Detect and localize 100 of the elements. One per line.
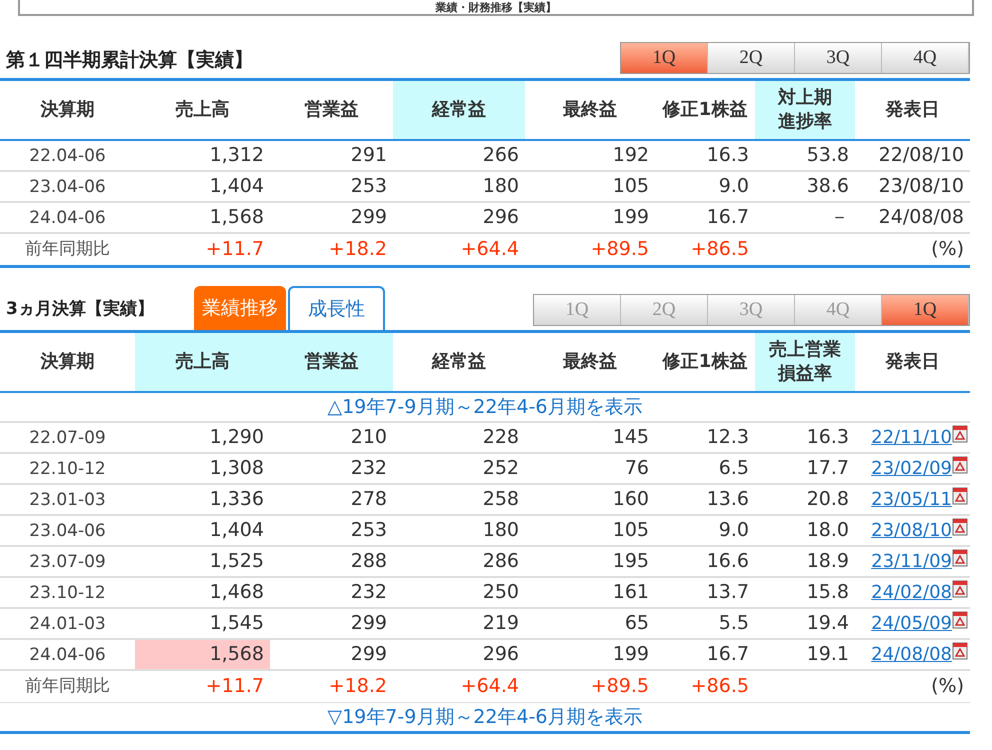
- table-cell: 1,568: [135, 640, 270, 669]
- period-cell-text: 23.04-06: [29, 520, 106, 543]
- table-cell-text: 1,336: [208, 487, 265, 512]
- change-cell-text: +86.5: [690, 237, 749, 262]
- table-cell-text: 1,545: [208, 611, 265, 636]
- table-cell-text: 291: [350, 143, 388, 168]
- table-cell-text: 13.6: [706, 487, 750, 512]
- change-cell-text: +89.5: [590, 237, 649, 262]
- table-cell-text: 9.0: [718, 518, 750, 544]
- column-header: 対上期進捗率: [755, 81, 855, 139]
- table-cell-text: 253: [350, 518, 388, 544]
- table-cell-text: 180: [482, 518, 520, 544]
- table-cell-text: 299: [350, 642, 388, 668]
- view-tab[interactable]: 成長性: [288, 286, 385, 330]
- change-cell-text: +86.5: [690, 674, 749, 699]
- report-date-link[interactable]: 23/02/09: [871, 453, 952, 484]
- table-cell-text: 1,468: [208, 580, 265, 606]
- table-cell-text: 195: [612, 549, 650, 574]
- unit-label: (%): [931, 237, 964, 262]
- section-title: 第１四半期累計決算【実績】: [5, 48, 253, 72]
- table-cell-text: 296: [482, 205, 520, 230]
- report-date-link[interactable]: 24/02/08: [871, 577, 952, 608]
- report-date-link[interactable]: 24/05/09: [871, 608, 952, 639]
- table-cell-text: 199: [612, 642, 650, 668]
- period-cell-text: 22.10-12: [29, 458, 106, 481]
- show-earlier-link[interactable]: △19年7-9月期～22年4-6月期を表示: [327, 393, 643, 421]
- period-cell-text: 23.07-09: [29, 551, 106, 574]
- table-cell-text: 1,312: [208, 143, 265, 168]
- pdf-file-icon: [952, 487, 968, 505]
- table-cell-text: 252: [482, 456, 520, 482]
- report-date-link[interactable]: 23/05/11: [871, 484, 952, 515]
- table-cell-text: 18.0: [806, 518, 850, 544]
- pdf-file-icon: [952, 549, 968, 567]
- table-cell-text: 12.3: [706, 425, 750, 450]
- table-cell-text: 1,308: [208, 456, 265, 482]
- table-cell-text: 219: [482, 611, 520, 636]
- table-cell-text: 17.7: [806, 456, 850, 482]
- table-cell-text: 1,290: [208, 425, 265, 450]
- table-cell-text: 1,404: [208, 518, 265, 544]
- table-cell-text: 105: [612, 174, 650, 200]
- unit-label: (%): [931, 674, 964, 699]
- table-cell-text: 278: [350, 487, 388, 512]
- report-date-link[interactable]: 22/11/10: [871, 422, 952, 453]
- table-cell-text: 19.1: [806, 642, 850, 668]
- table-cell-text: 288: [350, 549, 388, 574]
- quarter-button[interactable]: 3Q: [795, 43, 882, 73]
- pdf-file-icon: [952, 580, 968, 598]
- table-cell-text: 16.7: [706, 205, 750, 230]
- table-cell-text: 192: [612, 143, 650, 168]
- table-cell-text: 24/08/08: [878, 205, 965, 230]
- view-tab[interactable]: 業績推移: [194, 286, 286, 330]
- table-cell-text: 1,525: [208, 549, 265, 574]
- table-cell-text: 16.3: [706, 143, 750, 168]
- report-date-link[interactable]: 23/08/10: [871, 515, 952, 546]
- table-cell-text: 9.0: [718, 174, 750, 200]
- column-header: 売上営業損益率: [755, 333, 855, 391]
- panel-title: 業績・財務推移【実績】: [436, 1, 556, 14]
- table-cell-text: 16.7: [706, 642, 750, 668]
- table-cell-text: 145: [612, 425, 650, 450]
- table-cell-text: 13.7: [706, 580, 750, 606]
- report-date-link[interactable]: 23/11/09: [871, 546, 952, 577]
- period-cell-text: 23.01-03: [29, 489, 106, 512]
- table-cell-text: 5.5: [718, 611, 750, 636]
- quarter-button[interactable]: 1Q: [882, 295, 969, 325]
- table-cell-text: 296: [482, 642, 520, 668]
- change-cell-text: +11.7: [206, 674, 264, 699]
- change-cell-text: +64.4: [460, 674, 519, 699]
- table-cell-text: 199: [612, 205, 650, 230]
- table-cell-text: 232: [350, 456, 388, 482]
- period-cell-text: 23.04-06: [29, 176, 106, 199]
- show-earlier-link[interactable]: ▽19年7-9月期～22年4-6月期を表示: [327, 703, 643, 731]
- table-cell-text: 266: [482, 143, 520, 168]
- change-cell-text: +18.2: [328, 237, 387, 262]
- change-cell-text: +64.4: [460, 237, 519, 262]
- table-cell-text: 258: [482, 487, 520, 512]
- table-cell-text: 210: [350, 425, 388, 450]
- quarter-button[interactable]: 1Q: [621, 43, 708, 73]
- quarter-button[interactable]: 4Q: [882, 43, 969, 73]
- quarter-button[interactable]: 2Q: [708, 43, 795, 73]
- row-label: 前年同期比: [25, 238, 110, 261]
- table-cell-text: 286: [482, 549, 520, 574]
- table-cell-text: 250: [482, 580, 520, 606]
- section-title: 3ヵ月決算【実績】: [5, 298, 154, 320]
- period-cell-text: 24.04-06: [29, 207, 106, 230]
- period-cell-text: 22.07-09: [29, 427, 106, 450]
- table-cell-text: 6.5: [718, 456, 750, 482]
- report-date-link[interactable]: 24/08/08: [871, 639, 952, 670]
- table-cell-text: 19.4: [806, 611, 850, 636]
- table-cell-text: 65: [624, 611, 650, 636]
- period-cell-text: 22.04-06: [29, 145, 106, 168]
- table-cell-text: 1,568: [208, 205, 265, 230]
- change-cell-text: +18.2: [328, 674, 387, 699]
- table-cell-text: 228: [482, 425, 520, 450]
- pdf-file-icon: [952, 456, 968, 474]
- table-cell-text: 16.3: [806, 425, 850, 450]
- table-cell-text: 232: [350, 580, 388, 606]
- pdf-file-icon: [952, 611, 968, 629]
- period-cell-text: 23.10-12: [29, 582, 106, 605]
- column-header: 営業益: [270, 333, 393, 391]
- table-cell-text: 299: [350, 205, 388, 230]
